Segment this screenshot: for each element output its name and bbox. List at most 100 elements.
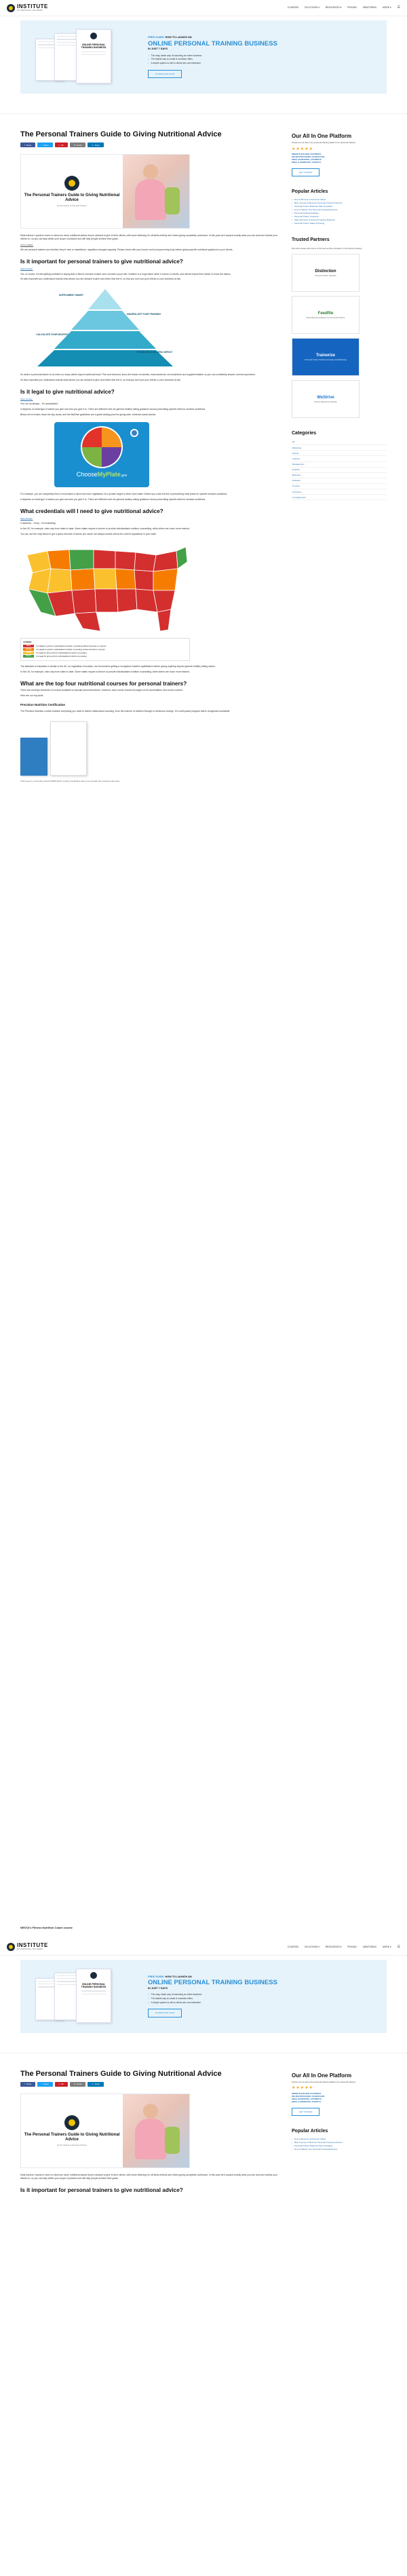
share-email-button[interactable]: ✉ Email — [70, 143, 86, 148]
article-repeat: The Personal Trainers Guide to Giving Nu… — [20, 2070, 278, 2196]
share-bar: f Share t Tweet p Pin ✉ Email in Share — [20, 2081, 278, 2087]
important-paragraph-2: It's also important you understand exact… — [20, 278, 181, 281]
popular-articles-heading: Popular Articles — [292, 189, 328, 194]
facebook-icon: f — [24, 143, 25, 147]
filler-paragraph: It's also important you understand exact… — [20, 379, 181, 382]
book-logo-icon — [90, 1971, 97, 1979]
share-twitter-button[interactable]: t Tweet — [37, 2081, 53, 2087]
share-pinterest-button[interactable]: p Pin — [54, 2081, 69, 2087]
nav-item-more[interactable]: MORE ▾ — [383, 6, 391, 10]
popular-article-link[interactable]: How to Market Your Personal Training Bus… — [292, 208, 387, 211]
get-started-button[interactable]: GET STARTED — [292, 2107, 320, 2116]
site-logo[interactable]: INSTITUTE OF PERSONAL TRAINERS — [7, 3, 48, 12]
partner-card-westrive[interactable]: WeStrive Fitness Marketing Software — [292, 379, 360, 418]
pyramid-label-macros: CALCULATE YOUR MACROS — [36, 333, 69, 337]
banner-bullet: The easy, faster way of launching an onl… — [148, 1993, 372, 1996]
popular-article-link[interactable]: Personal Trainer Business Plan Templates — [292, 2144, 387, 2147]
download-button[interactable]: DOWNLOAD NOW — [148, 69, 182, 78]
popular-article-link[interactable]: How to Become a Personal Trainer — [292, 198, 387, 201]
share-linkedin-button[interactable]: in Share — [88, 143, 104, 148]
legend-row: Orange It is illegal to perform individua… — [23, 647, 187, 651]
popular-article-link[interactable]: How to Market Your Personal Training Bus… — [292, 2148, 387, 2151]
popular-article-link[interactable]: How to Become a Personal Trainer — [292, 2138, 387, 2140]
creds-paragraph-3: The standard of education is similar to … — [20, 664, 216, 668]
banner-bullet: The easy, faster way of launching an onl… — [148, 54, 372, 58]
creds-short-answer[interactable]: Short answer: — [20, 517, 278, 520]
pyramid-label-supplement: SUPPLEMENT SMART — [58, 294, 84, 297]
category-link[interactable]: All — [292, 440, 387, 446]
nav-item-mentoring[interactable]: MENTORING — [363, 1946, 376, 1949]
share-bar: f Share t Tweet p Pin ✉ Email in Share — [20, 143, 278, 148]
share-facebook-button[interactable]: f Share — [20, 143, 36, 148]
pinterest-icon: p — [58, 2083, 60, 2086]
us-regulation-map — [20, 542, 190, 637]
category-link[interactable]: Uncategorised — [292, 495, 387, 501]
nav-item-resources[interactable]: RESOURCES ▾ — [326, 1946, 341, 1949]
partner-card-feedfile[interactable]: Feedfile Meal Planning Software for Pers… — [292, 295, 360, 334]
myplate-graphic: ChooseMyPlate.gov — [54, 422, 149, 488]
popular-article-link[interactable]: Personal Trainer Salary & Pricing — [292, 222, 387, 225]
dairy-cup-icon — [130, 429, 138, 438]
nav-item-more[interactable]: MORE ▾ — [383, 1946, 391, 1949]
banner-title: ONLINE PERSONAL TRAINING BUSINESS — [148, 39, 277, 48]
precision-course-image — [20, 717, 88, 776]
category-link[interactable]: Insurance — [292, 489, 387, 495]
nav-item-courses[interactable]: COURSES — [288, 1946, 298, 1949]
heading-legal: Is it legal to give nutritional advice? — [20, 389, 115, 396]
share-pinterest-button[interactable]: p Pin — [54, 143, 69, 148]
linkedin-icon: in — [92, 2083, 94, 2086]
nav-item-solutions[interactable]: SOLUTIONS ▾ — [305, 1946, 319, 1949]
popular-article-link[interactable]: Personal Trainer Business Plan Templates — [292, 205, 387, 208]
download-button[interactable]: DOWNLOAD NOW — [148, 2009, 182, 2018]
share-email-button[interactable]: ✉ Email — [70, 2081, 86, 2087]
post-title: The Personal Trainers Guide to Giving Nu… — [20, 130, 222, 138]
category-link[interactable]: Business — [292, 473, 387, 478]
share-facebook-button[interactable]: f Share — [20, 2081, 36, 2087]
categories-heading: Categories — [292, 430, 317, 436]
site-logo[interactable]: INSTITUTE OF PERSONAL TRAINERS — [7, 1943, 48, 1952]
logo-mark-icon — [7, 1943, 15, 1952]
category-link[interactable]: Marketing — [292, 445, 387, 451]
menu-icon[interactable]: ☰ — [398, 5, 400, 10]
nav-item-solutions[interactable]: SOLUTIONS ▾ — [305, 6, 319, 10]
email-icon: ✉ — [74, 143, 76, 147]
popular-article-link[interactable]: Start and Grow a Personal Training Busin… — [292, 219, 387, 221]
nutrition-pyramid: SUPPLEMENT SMART MANIPULATE YOUR TRAININ… — [20, 286, 190, 368]
pyramid-label-deficit: ESTABLISH A CALORIC DEFICIT — [136, 351, 173, 354]
menu-icon[interactable]: ☰ — [398, 1945, 400, 1950]
facebook-icon: f — [24, 2083, 25, 2086]
popular-article-link[interactable]: Best Courses to Become Personal Training… — [292, 2141, 387, 2144]
category-link[interactable]: Pricing — [292, 451, 387, 457]
nav-item-pricing[interactable]: PRICING — [347, 6, 357, 10]
book-title: ONLINE PERSONAL TRAINING BUSINESS — [81, 43, 106, 50]
banner-bullets: The easy, faster way of launching an onl… — [148, 54, 372, 65]
short-answer-link[interactable]: Short answer: — [20, 267, 278, 270]
hero-image: The Personal Trainers Guide to Giving Nu… — [20, 2093, 190, 2168]
categories-list: All Marketing Pricing Training Managemen… — [292, 440, 387, 501]
category-link[interactable]: Management — [292, 462, 387, 468]
share-twitter-button[interactable]: t Tweet — [37, 143, 53, 148]
nav-item-pricing[interactable]: PRICING — [347, 1946, 357, 1949]
heading-credentials: What credentials will I need to give nut… — [20, 508, 163, 515]
category-link[interactable]: Training — [292, 456, 387, 462]
pyramid-followup: So what's a personal trainer to do when … — [20, 373, 256, 377]
popular-article-link[interactable]: Best Courses to Become Personal Training… — [292, 202, 387, 204]
heading-precision: Precision Nutrition Certification — [20, 703, 66, 707]
category-link[interactable]: Software — [292, 478, 387, 485]
category-link[interactable]: Courses — [292, 484, 387, 490]
legal-short-answer[interactable]: Short answer: — [20, 398, 278, 400]
category-link[interactable]: Nutrition — [292, 468, 387, 473]
heading-important: Is it important for personal trainers to… — [20, 259, 183, 265]
nav-item-mentoring[interactable]: MENTORING — [363, 6, 376, 10]
platform-features: WEBSITE BUILDER | PAYMENTS ONLINE PROGRA… — [292, 2092, 325, 2103]
partner-card-distinction[interactable]: Distinction Personal trainer websites — [292, 253, 360, 292]
partner-card-trainerize[interactable]: Trainerize Personal Trainer Software Des… — [292, 337, 360, 376]
disclaimer-label: DISCLAIMER: — [20, 244, 34, 247]
nav-item-courses[interactable]: COURSES — [288, 6, 298, 10]
lead-magnet-banner: ONLINE PERSONAL TRAINING BUSINESS FREE G… — [20, 1959, 387, 2033]
popular-article-link[interactable]: Personal Trainer Insurance — [292, 215, 387, 218]
nav-item-resources[interactable]: RESOURCES ▾ — [326, 6, 341, 10]
share-linkedin-button[interactable]: in Share — [88, 2081, 104, 2087]
popular-article-link[interactable]: Personal Training Software — [292, 212, 387, 214]
get-started-button[interactable]: GET STARTED — [292, 168, 320, 176]
